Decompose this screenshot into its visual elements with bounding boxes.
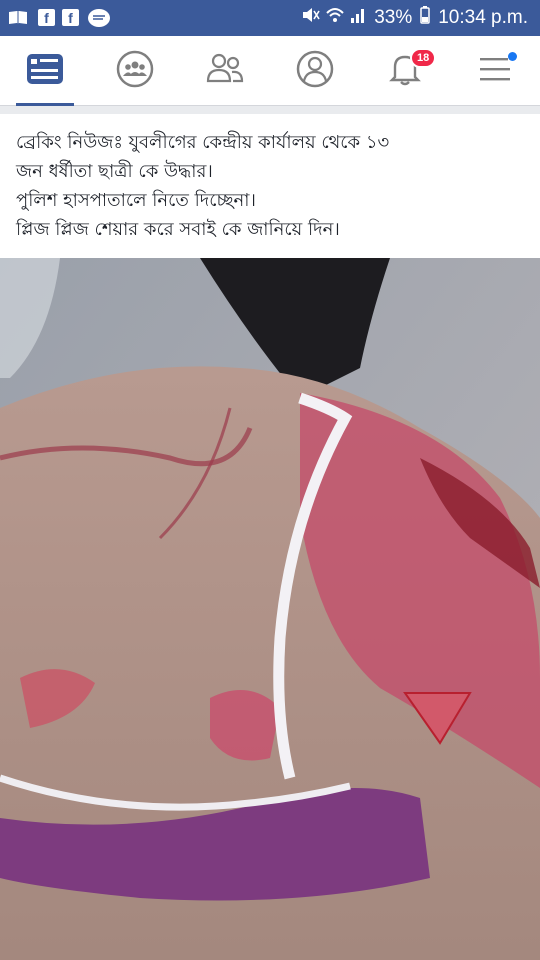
nav-notifications[interactable]: 18 xyxy=(360,36,450,106)
facebook-nav-bar: 18 xyxy=(0,36,540,106)
status-bar: f f 33% 10:34 p.m. xyxy=(0,0,540,36)
post-line: জন ধর্ষীতা ছাত্রী কে উদ্ধার। xyxy=(16,161,213,182)
nav-profile[interactable] xyxy=(270,36,360,106)
wifi-icon xyxy=(326,6,344,30)
nav-menu[interactable] xyxy=(450,36,540,106)
book-icon xyxy=(8,9,27,27)
news-feed-icon xyxy=(26,53,64,89)
facebook-icon: f xyxy=(62,9,79,26)
battery-icon xyxy=(420,6,430,30)
nav-friends[interactable] xyxy=(180,36,270,106)
post-text: ব্রেকিং নিউজঃ যুবলীগের কেন্দ্রীয় কার্যা… xyxy=(0,106,540,258)
post-photo[interactable] xyxy=(0,258,540,960)
mute-icon xyxy=(300,6,320,30)
status-right: 33% 10:34 p.m. xyxy=(300,6,528,30)
nav-news-feed[interactable] xyxy=(0,36,90,106)
messenger-icon xyxy=(88,9,110,27)
clock: 10:34 p.m. xyxy=(438,7,528,28)
facebook-icon: f xyxy=(38,9,55,26)
notification-badge: 18 xyxy=(410,48,437,68)
nav-groups[interactable] xyxy=(90,36,180,106)
friends-icon xyxy=(205,51,245,91)
photo-illustration xyxy=(0,258,540,960)
battery-level: 33% xyxy=(374,7,413,28)
menu-icon xyxy=(478,54,512,88)
profile-icon xyxy=(296,50,334,92)
post-line: পুলিশ হাসপাতালে নিতে দিচ্ছেনা। xyxy=(16,190,256,211)
groups-icon xyxy=(116,50,154,92)
new-indicator-dot xyxy=(508,52,517,61)
post-line: প্লিজ প্লিজ শেয়ার করে সবাই কে জানিয়ে দ… xyxy=(16,219,340,240)
post-line: ব্রেকিং নিউজঃ যুবলীগের কেন্দ্রীয় কার্যা… xyxy=(16,132,390,153)
signal-icon xyxy=(350,6,366,30)
